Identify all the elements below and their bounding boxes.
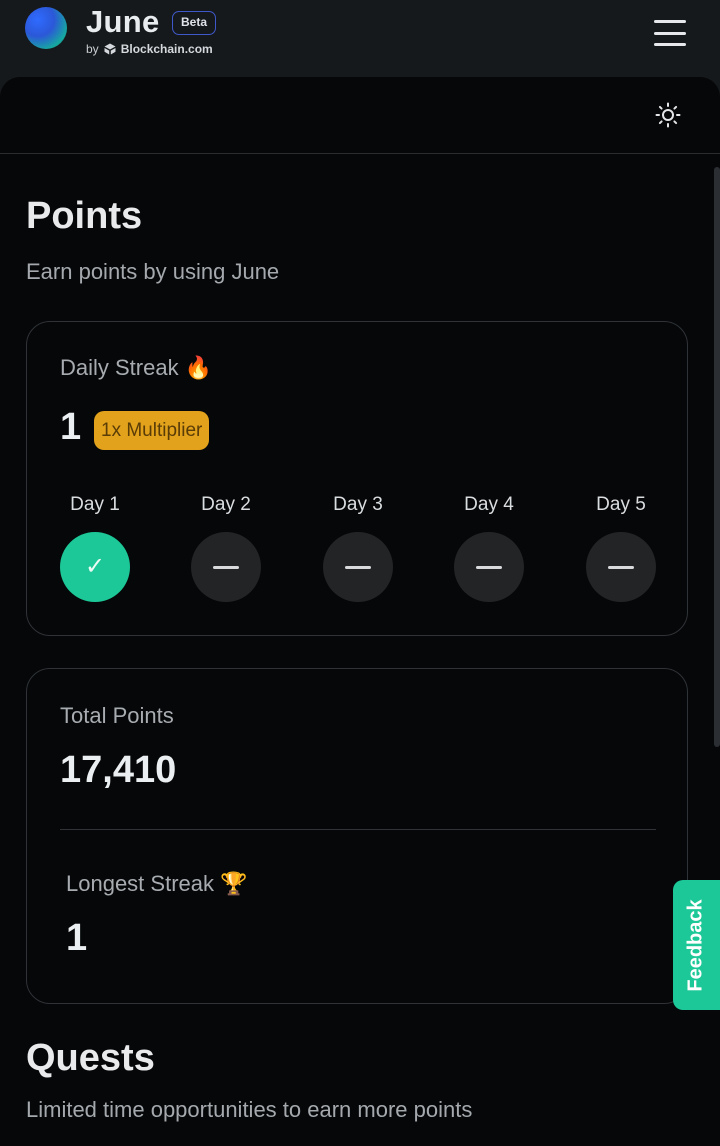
longest-streak-value: 1 xyxy=(66,917,88,959)
blockchain-logo-icon xyxy=(104,43,116,55)
total-points-label: Total Points xyxy=(60,703,174,728)
day-label: Day 5 xyxy=(596,494,646,515)
day-status-pending xyxy=(586,532,656,602)
day-1: Day 1 ✓ xyxy=(55,494,135,602)
top-bar: June Beta by Blockchain.com xyxy=(0,0,720,78)
feedback-button[interactable]: Feedback xyxy=(673,880,720,1010)
by-label: by xyxy=(86,42,99,56)
daily-streak-label: Daily Streak 🔥 xyxy=(60,355,213,380)
june-logo-icon[interactable] xyxy=(25,7,67,49)
panel-header xyxy=(0,77,720,154)
scrollbar[interactable] xyxy=(714,167,720,747)
day-status-pending xyxy=(454,532,524,602)
day-5: Day 5 xyxy=(581,494,661,602)
check-icon: ✓ xyxy=(84,553,106,580)
page-title: Points xyxy=(26,195,143,237)
total-points-card: Total Points 17,410 Longest Streak 🏆 1 xyxy=(26,668,688,1004)
day-3: Day 3 xyxy=(318,494,398,602)
brand-name[interactable]: June xyxy=(86,4,160,40)
day-label: Day 1 xyxy=(70,494,120,515)
day-status-done: ✓ xyxy=(60,532,130,602)
sun-icon[interactable] xyxy=(655,102,681,128)
daily-streak-value: 1 xyxy=(60,406,82,448)
main-panel: Points Earn points by using June Daily S… xyxy=(0,77,720,1146)
day-status-pending xyxy=(323,532,393,602)
hamburger-menu-icon[interactable] xyxy=(654,20,686,46)
day-label: Day 2 xyxy=(201,494,251,515)
beta-badge: Beta xyxy=(172,11,217,35)
day-label: Day 4 xyxy=(464,494,514,515)
day-2: Day 2 xyxy=(186,494,266,602)
day-4: Day 4 xyxy=(449,494,529,602)
feedback-label: Feedback xyxy=(685,898,708,992)
day-status-pending xyxy=(191,532,261,602)
dash-icon xyxy=(213,565,239,569)
dash-icon xyxy=(476,565,502,569)
quests-subtitle: Limited time opportunities to earn more … xyxy=(26,1097,473,1122)
by-line: by Blockchain.com xyxy=(86,42,213,56)
quests-title: Quests xyxy=(26,1037,155,1079)
longest-streak-label: Longest Streak 🏆 xyxy=(66,871,248,896)
daily-streak-card: Daily Streak 🔥 1 1x Multiplier Day 1 ✓ D… xyxy=(26,321,688,636)
total-points-value: 17,410 xyxy=(60,749,177,791)
day-label: Day 3 xyxy=(333,494,383,515)
company-name: Blockchain.com xyxy=(120,42,213,56)
page-subtitle: Earn points by using June xyxy=(26,259,280,284)
divider xyxy=(60,829,656,830)
dash-icon xyxy=(608,565,634,569)
multiplier-badge: 1x Multiplier xyxy=(94,411,210,450)
dash-icon xyxy=(345,565,371,569)
